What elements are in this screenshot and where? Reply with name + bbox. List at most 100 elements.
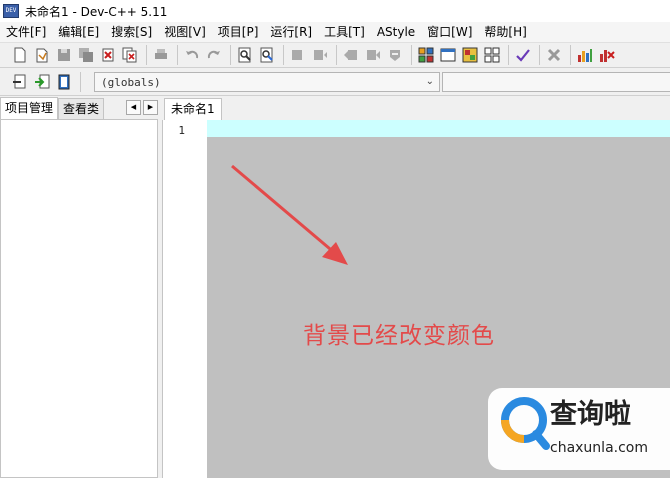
stop-execution-button[interactable] [544,45,564,65]
menu-bar: 文件[F] 编辑[E] 搜索[S] 视图[V] 项目[P] 运行[R] 工具[T… [0,22,670,42]
menu-window[interactable]: 窗口[W] [421,22,478,42]
tab-scroll-arrows: ◀ ▶ [124,100,158,115]
menu-astyle[interactable]: AStyle [371,22,421,42]
bookmark-icon [344,50,357,60]
scope-select-value: (globals) [101,75,161,89]
toggle-bookmark-button[interactable] [341,45,361,65]
left-panel: 项目管理 查看类 ◀ ▶ [0,97,162,478]
menu-file[interactable]: 文件[F] [0,22,52,42]
delete-profile-icon [600,50,615,62]
watermark-url: chaxunla.com [550,440,648,456]
menu-edit[interactable]: 编辑[E] [52,22,105,42]
goto-line-button[interactable] [385,45,405,65]
chevron-down-icon: ⌄ [425,76,434,87]
redo-icon [207,50,220,59]
indent-button[interactable] [288,45,308,65]
tab-scroll-left-button[interactable]: ◀ [126,100,141,115]
class-toolbar: (globals) ⌄ [0,69,670,96]
close-all-button[interactable] [120,45,140,65]
annotation-text: 背景已经改变颜色 [303,323,495,349]
toolbar-separator [539,45,540,65]
close-file-button[interactable] [98,45,118,65]
open-file-icon [36,48,48,63]
run-window-icon [440,48,456,62]
undo-button[interactable] [182,45,202,65]
compile-run-icon [462,47,478,63]
menu-tools[interactable]: 工具[T] [318,22,371,42]
tab-scroll-right-button[interactable]: ▶ [143,100,158,115]
compile-run-button[interactable] [460,45,480,65]
toggle-comment-button[interactable] [54,72,74,92]
title-bar: DEV 未命名1 - Dev-C++ 5.11 [0,0,670,22]
profile-button[interactable] [575,45,595,65]
goto-definition-button[interactable] [32,72,52,92]
menu-help[interactable]: 帮助[H] [478,22,532,42]
goto-bookmark-button[interactable] [363,45,383,65]
syntax-check-button[interactable] [513,45,533,65]
toolbar-separator [508,45,509,65]
compile-button[interactable] [416,45,436,65]
save-icon [58,49,70,61]
file-tabs: 未命名1 [162,97,670,120]
current-line-highlight [207,120,670,137]
save-all-button[interactable] [76,45,96,65]
tab-project-manager[interactable]: 项目管理 [0,97,59,119]
line-number: 1 [178,124,185,137]
toolbar-separator [146,45,147,65]
left-panel-tabs: 项目管理 查看类 ◀ ▶ [0,97,162,119]
open-file-button[interactable] [32,45,52,65]
tab-untitled1[interactable]: 未命名1 [164,98,222,120]
toolbar-separator [411,45,412,65]
save-all-icon [79,48,93,62]
goto-line-icon [390,50,400,61]
menu-execute[interactable]: 运行[R] [264,22,318,42]
tab-class-browser[interactable]: 查看类 [58,98,105,119]
compile-grid-icon [418,47,434,63]
line-number-gutter: 1 [162,120,207,478]
toolbar-separator [230,45,231,65]
watermark-brand: 查询啦 [550,399,631,430]
member-select[interactable] [442,72,670,92]
stop-x-icon [547,48,561,62]
find-icon [238,47,251,63]
new-file-button[interactable] [10,45,30,65]
comment-icon [58,74,70,90]
magnifier-logo-icon [501,397,550,450]
rebuild-all-button[interactable] [482,45,502,65]
find-button[interactable] [235,45,255,65]
watermark: 查询啦 chaxunla.com [488,388,670,470]
menu-search[interactable]: 搜索[S] [105,22,158,42]
toolbar-separator [283,45,284,65]
run-button[interactable] [438,45,458,65]
print-button[interactable] [151,45,171,65]
close-file-icon [102,48,114,62]
goto-arrow-icon [35,74,50,89]
redo-button[interactable] [204,45,224,65]
replace-icon [260,47,273,63]
goto-bookmark-icon [367,50,380,60]
checkmark-icon [516,49,530,62]
annotation-arrow [231,164,348,265]
devcpp-app-icon: DEV [3,4,19,18]
insert-button[interactable] [10,72,30,92]
undo-icon [186,50,199,59]
menu-view[interactable]: 视图[V] [158,22,212,42]
delete-profile-button[interactable] [597,45,617,65]
close-all-icon [122,47,137,63]
rebuild-grid-icon [484,47,500,63]
menu-project[interactable]: 项目[P] [212,22,265,42]
insert-icon [13,74,26,89]
new-file-icon [14,47,26,63]
indent-icon [292,50,302,60]
print-icon [155,49,167,59]
toolbar-separator [80,72,81,92]
toolbar-separator [570,45,571,65]
replace-button[interactable] [257,45,277,65]
scope-select[interactable]: (globals) ⌄ [94,72,440,92]
unindent-icon [314,50,327,60]
window-title: 未命名1 - Dev-C++ 5.11 [25,4,168,19]
project-tree[interactable] [0,119,158,478]
toolbar-separator [177,45,178,65]
unindent-button[interactable] [310,45,330,65]
save-button[interactable] [54,45,74,65]
